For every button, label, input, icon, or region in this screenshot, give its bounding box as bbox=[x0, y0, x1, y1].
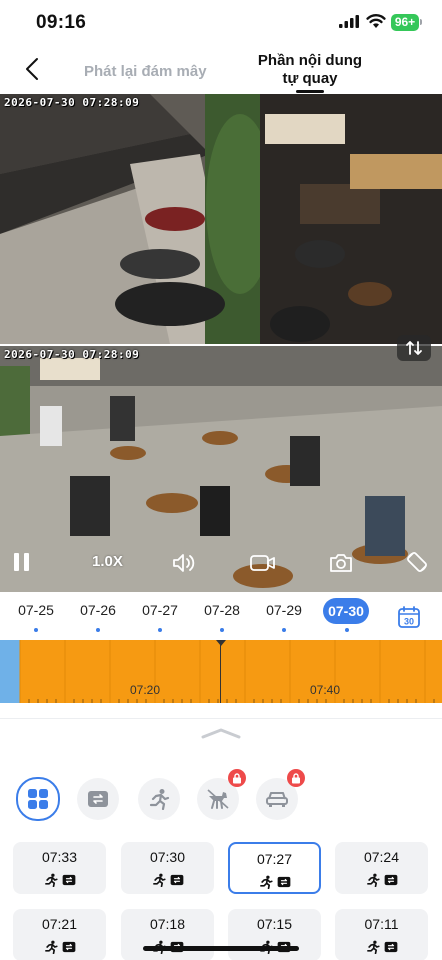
person-running-icon bbox=[149, 789, 170, 810]
camera-feed-bottom[interactable]: 2026-07-30 07:28:09 bbox=[0, 346, 442, 592]
event-type-icons bbox=[230, 873, 319, 891]
event-time: 07:27 bbox=[256, 851, 293, 867]
event-card[interactable]: 07:30 bbox=[121, 842, 214, 894]
person-running-icon bbox=[44, 940, 58, 954]
event-type-icons bbox=[335, 938, 428, 956]
timeline-scrubber[interactable]: 07:20 07:40 bbox=[0, 640, 442, 703]
pet-icon bbox=[207, 789, 229, 809]
event-type-icons bbox=[121, 871, 214, 889]
date-item[interactable]: 07-26 bbox=[74, 602, 122, 632]
event-time: 07:33 bbox=[41, 849, 78, 865]
back-chevron-icon[interactable] bbox=[22, 56, 46, 82]
playhead[interactable] bbox=[220, 640, 221, 703]
date-item[interactable]: 07-25 bbox=[12, 602, 60, 632]
event-type-icons bbox=[13, 938, 106, 956]
recording-dot bbox=[158, 628, 162, 632]
person-running-icon bbox=[44, 873, 58, 887]
timeline-label: 07:40 bbox=[310, 683, 341, 697]
event-time: 07:21 bbox=[41, 916, 78, 932]
active-tab-indicator bbox=[296, 90, 324, 93]
date-strip: 07-25 07-26 07-27 07-28 07-29 07-30 bbox=[0, 594, 442, 636]
camera-scene-cafe bbox=[0, 346, 442, 592]
recording-dot bbox=[345, 628, 349, 632]
timeline-ticks bbox=[19, 640, 435, 703]
filter-playback-button[interactable] bbox=[77, 778, 119, 820]
playback-icon bbox=[62, 874, 75, 885]
recording-dot bbox=[34, 628, 38, 632]
filter-person-button[interactable] bbox=[138, 778, 180, 820]
wifi-icon bbox=[366, 14, 386, 28]
lock-icon bbox=[233, 773, 241, 784]
camera-feed-top[interactable]: 2026-07-30 07:28:09 bbox=[0, 94, 442, 344]
event-time: 07:18 bbox=[149, 916, 186, 932]
timestamp-top: 2026-07-30 07:28:09 bbox=[4, 96, 140, 109]
status-time: 09:16 bbox=[36, 12, 87, 33]
date-item[interactable]: 07-28 bbox=[198, 602, 246, 632]
event-card[interactable]: 07:24 bbox=[335, 842, 428, 894]
camera-scene-street bbox=[0, 94, 442, 344]
event-time: 07:30 bbox=[149, 849, 186, 865]
date-item[interactable]: 07-29 bbox=[260, 602, 308, 632]
rotate-screen-icon[interactable] bbox=[405, 550, 429, 574]
calendar-icon[interactable]: 30 bbox=[397, 605, 421, 629]
event-card-selected[interactable]: 07:27 bbox=[228, 842, 321, 894]
playback-icon bbox=[88, 791, 108, 807]
pause-button[interactable] bbox=[14, 553, 30, 573]
playback-icon bbox=[384, 874, 397, 885]
recording-dot bbox=[220, 628, 224, 632]
battery-tip bbox=[420, 19, 422, 25]
tab-local-label-line2: tự quay bbox=[282, 70, 338, 87]
event-type-icons bbox=[335, 871, 428, 889]
recording-dot bbox=[282, 628, 286, 632]
playback-icon bbox=[62, 941, 75, 952]
recording-dot bbox=[96, 628, 100, 632]
person-running-icon bbox=[259, 875, 273, 889]
battery-indicator: 96+ bbox=[391, 14, 419, 31]
tab-local-recordings[interactable]: Phần nội dung tự quay bbox=[248, 52, 372, 88]
zoom-level-button[interactable]: 1.0X bbox=[92, 553, 123, 570]
person-running-icon bbox=[366, 940, 380, 954]
snapshot-camera-icon[interactable] bbox=[329, 552, 353, 573]
date-item[interactable]: 07-27 bbox=[136, 602, 184, 632]
status-bar: 09:16 96+ bbox=[0, 0, 442, 46]
speaker-icon[interactable] bbox=[172, 552, 196, 574]
playhead-marker bbox=[216, 640, 226, 646]
playback-icon bbox=[277, 876, 290, 887]
filter-all-button[interactable] bbox=[16, 777, 60, 821]
event-card[interactable]: 07:18 bbox=[121, 909, 214, 960]
person-running-icon bbox=[366, 873, 380, 887]
lock-badge bbox=[228, 769, 246, 787]
event-card[interactable]: 07:11 bbox=[335, 909, 428, 960]
lock-icon bbox=[292, 773, 300, 784]
tab-local-label-line1: Phần nội dung bbox=[257, 52, 363, 69]
date-item-selected[interactable]: 07-30 bbox=[323, 598, 369, 632]
home-indicator bbox=[143, 946, 299, 951]
calendar-day-number: 30 bbox=[404, 617, 414, 627]
swap-feeds-button[interactable] bbox=[397, 335, 431, 361]
event-time: 07:24 bbox=[363, 849, 400, 865]
tab-cloud-playback[interactable]: Phát lại đám mây bbox=[84, 63, 207, 80]
header: Phát lại đám mây Phần nội dung tự quay bbox=[0, 46, 442, 94]
lock-badge bbox=[287, 769, 305, 787]
expand-chevron-up-icon[interactable] bbox=[201, 727, 241, 739]
record-video-icon[interactable] bbox=[250, 554, 276, 572]
grid-icon bbox=[28, 789, 48, 809]
event-time: 07:11 bbox=[364, 916, 399, 932]
cellular-signal-icon bbox=[339, 15, 359, 28]
swap-vertical-icon bbox=[406, 341, 422, 355]
event-card[interactable]: 07:21 bbox=[13, 909, 106, 960]
car-icon bbox=[266, 792, 288, 807]
pause-bar-left bbox=[14, 553, 19, 571]
playback-icon bbox=[170, 874, 183, 885]
event-type-icons bbox=[13, 871, 106, 889]
pause-bar-right bbox=[24, 553, 29, 571]
event-time: 07:15 bbox=[256, 916, 293, 932]
timestamp-bottom: 2026-07-30 07:28:09 bbox=[4, 348, 140, 361]
playback-icon bbox=[384, 941, 397, 952]
person-running-icon bbox=[152, 873, 166, 887]
event-card[interactable]: 07:15 bbox=[228, 909, 321, 960]
timeline-label: 07:20 bbox=[130, 683, 161, 697]
event-card[interactable]: 07:33 bbox=[13, 842, 106, 894]
